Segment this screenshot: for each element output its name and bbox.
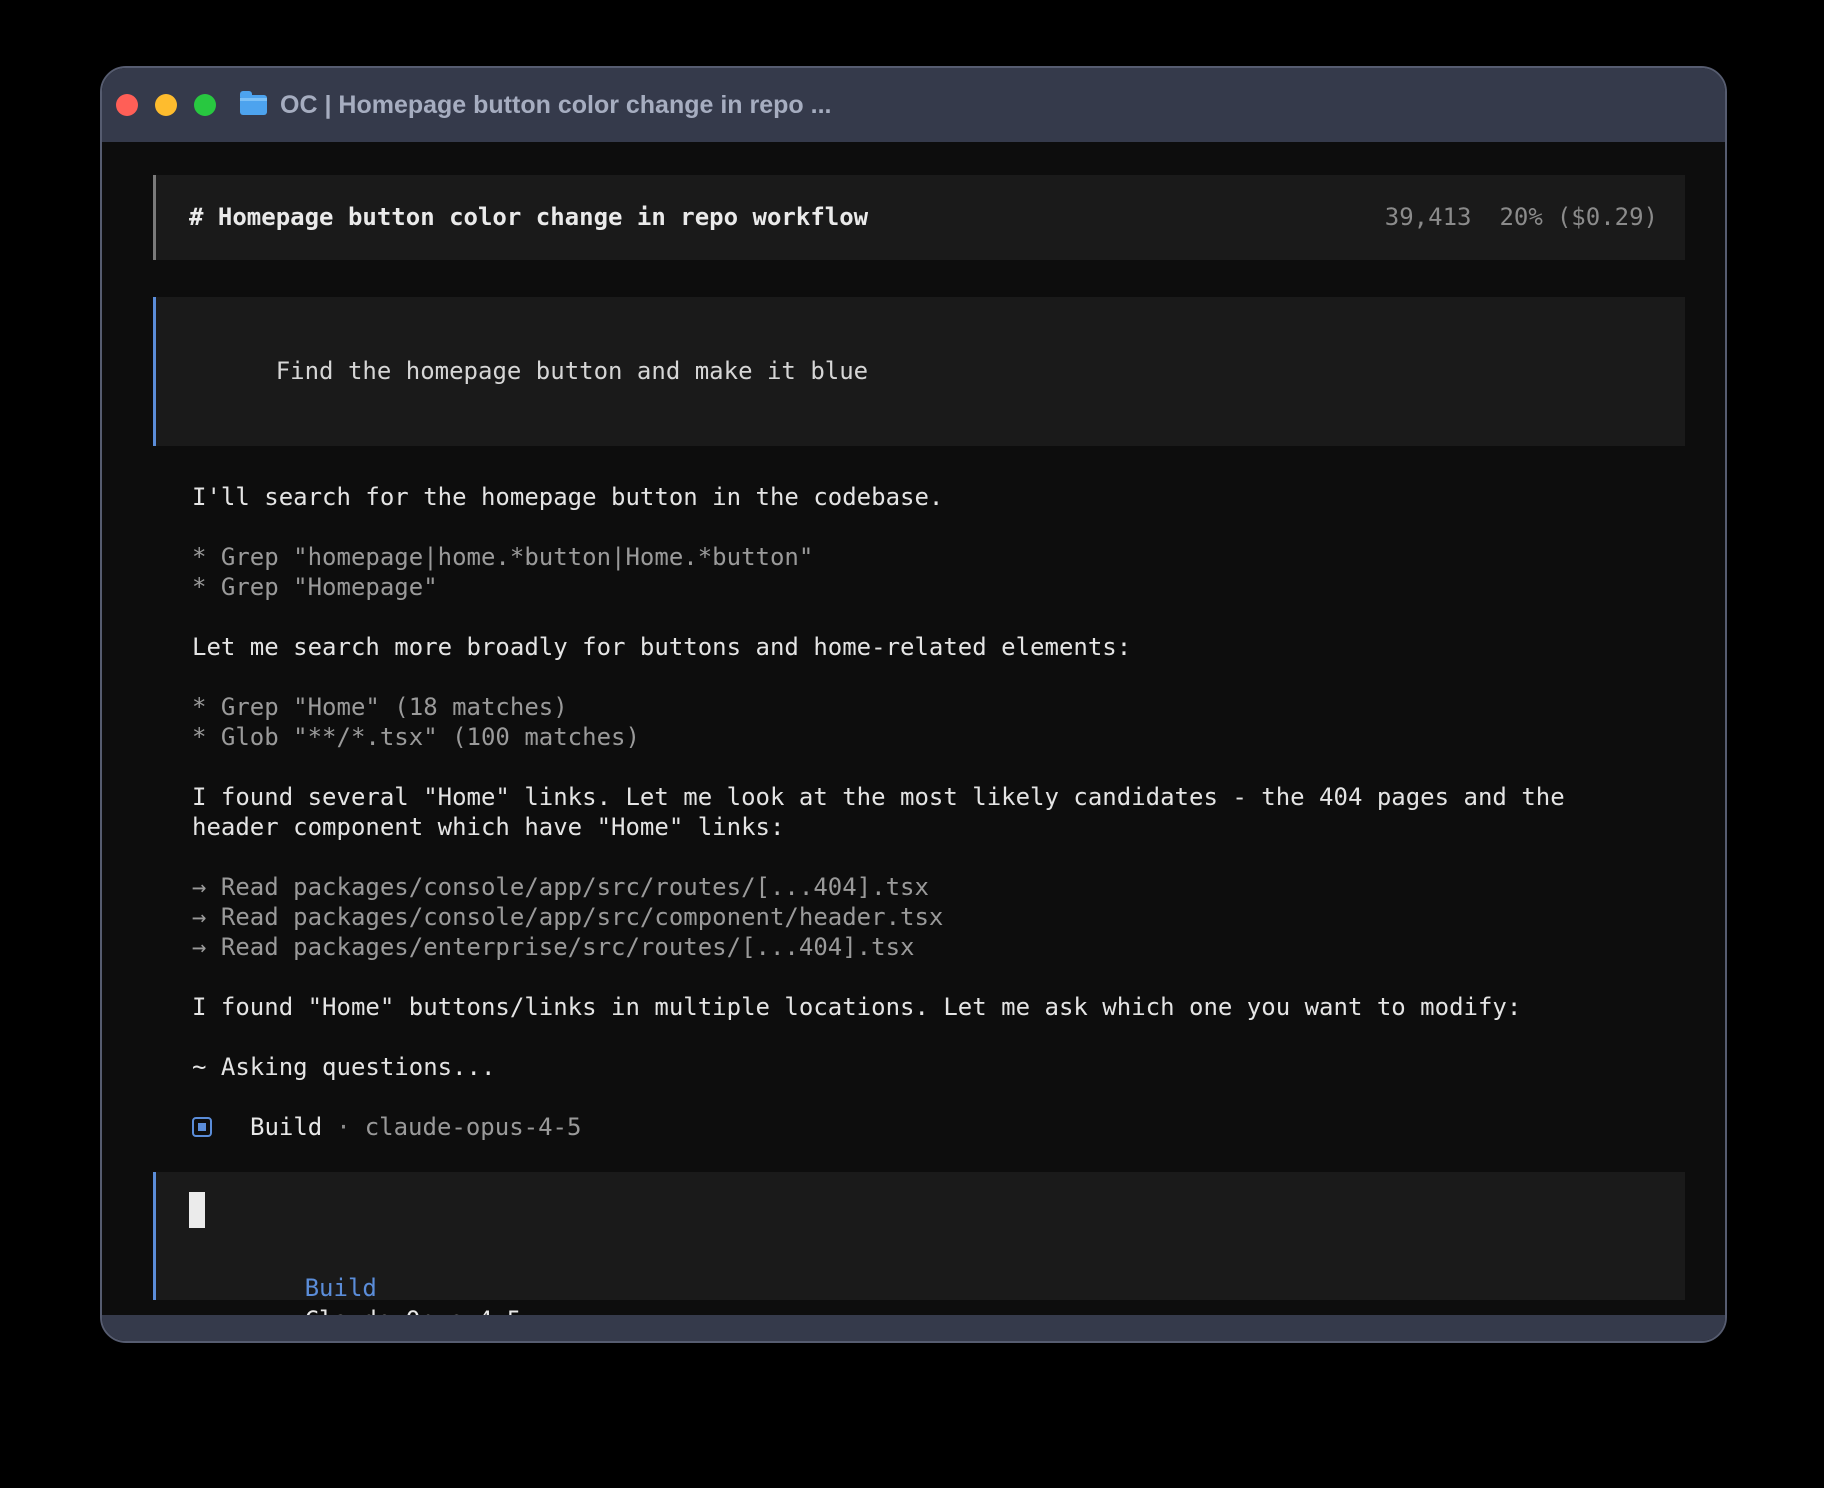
tool-call-grep: * Grep "homepage|home.*button|Home.*butt… — [192, 542, 1685, 572]
zoom-button[interactable] — [194, 94, 216, 116]
tool-call-grep: * Grep "Homepage" — [192, 572, 1685, 602]
agent-model: claude-opus-4-5 — [365, 1113, 582, 1141]
prompt-input[interactable]: Build Claude Opus 4.5 OpenCode Zen — [153, 1172, 1685, 1300]
folder-icon — [240, 95, 267, 115]
window-title: OC | Homepage button color change in rep… — [280, 91, 831, 120]
assistant-text: I found "Home" buttons/links in multiple… — [192, 992, 1685, 1022]
assistant-text: Let me search more broadly for buttons a… — [192, 632, 1685, 662]
assistant-text: header component which have "Home" links… — [192, 812, 1685, 842]
tool-call-read: → Read packages/console/app/src/routes/[… — [192, 872, 1685, 902]
window-titlebar[interactable]: OC | Homepage button color change in rep… — [102, 68, 1725, 142]
dot-separator: · — [336, 1113, 350, 1141]
context-percent: 20% — [1499, 201, 1542, 233]
user-message-text: Find the homepage button and make it blu… — [276, 357, 868, 385]
token-count: 39,413 — [1385, 201, 1472, 233]
session-stats: 39,413 20% ($0.29) — [1385, 201, 1658, 233]
agent-name: Build — [250, 1113, 322, 1141]
assistant-text: I found several "Home" links. Let me loo… — [192, 782, 1685, 812]
tool-call-glob: * Glob "**/*.tsx" (100 matches) — [192, 722, 1685, 752]
assistant-text: I'll search for the homepage button in t… — [192, 482, 1685, 512]
window-bottom-strip — [102, 1315, 1725, 1341]
session-header: # Homepage button color change in repo w… — [153, 175, 1685, 260]
session-cost: ($0.29) — [1557, 201, 1658, 233]
text-cursor — [189, 1192, 205, 1228]
user-message: Find the homepage button and make it blu… — [153, 297, 1685, 446]
session-title: # Homepage button color change in repo w… — [189, 201, 868, 233]
tool-call-read: → Read packages/enterprise/src/routes/[.… — [192, 932, 1685, 962]
close-button[interactable] — [116, 94, 138, 116]
assistant-status-text: ~ Asking questions... — [192, 1052, 1685, 1082]
build-agent-icon — [192, 1117, 212, 1137]
tool-call-grep: * Grep "Home" (18 matches) — [192, 692, 1685, 722]
agent-status-row: Build · claude-opus-4-5 — [153, 1112, 1685, 1142]
tool-call-read: → Read packages/console/app/src/componen… — [192, 902, 1685, 932]
terminal-content: # Homepage button color change in repo w… — [102, 142, 1725, 1315]
assistant-transcript: I'll search for the homepage button in t… — [153, 482, 1685, 1082]
terminal-window: OC | Homepage button color change in rep… — [100, 66, 1727, 1343]
input-agent-label[interactable]: Build — [305, 1274, 377, 1302]
minimize-button[interactable] — [155, 94, 177, 116]
traffic-lights — [116, 94, 216, 116]
